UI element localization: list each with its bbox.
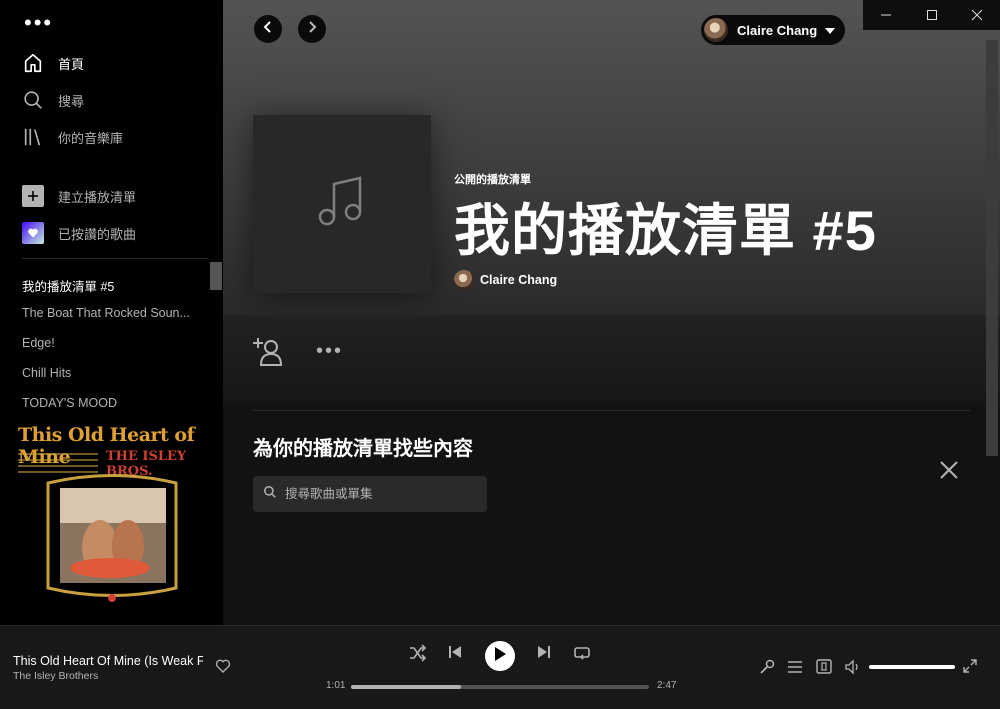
- user-menu-button[interactable]: Claire Chang: [701, 15, 845, 45]
- volume-slider[interactable]: [869, 665, 955, 669]
- playlist-item[interactable]: The Boat That Rocked Soun...: [22, 306, 202, 320]
- forward-button[interactable]: [298, 15, 326, 43]
- owner-avatar: [454, 270, 474, 290]
- nav-search[interactable]: 搜尋: [22, 89, 84, 111]
- volume-fill: [869, 665, 955, 669]
- playlist-item[interactable]: Edge!: [22, 336, 202, 350]
- library-icon: [22, 126, 44, 148]
- plus-icon: [22, 185, 44, 207]
- close-icon[interactable]: [939, 460, 959, 485]
- previous-track-icon[interactable]: [447, 644, 463, 660]
- nav-library[interactable]: 你的音樂庫: [22, 126, 123, 148]
- window-controls: [863, 0, 1000, 30]
- minimize-icon[interactable]: [863, 0, 909, 30]
- more-options-icon[interactable]: •••: [316, 340, 343, 363]
- search-box[interactable]: [253, 476, 487, 512]
- owner-name: Claire Chang: [480, 273, 558, 287]
- sidebar-divider: [22, 258, 208, 259]
- section-divider: [253, 410, 970, 411]
- home-icon: [22, 52, 44, 74]
- playlist-item[interactable]: Chill Hits: [22, 366, 202, 380]
- sidebar: ••• 首頁 搜尋 你的音樂庫 建立播放清單 已按讚的歌曲 我的播放清單 #5 …: [0, 0, 223, 625]
- playlist-type-label: 公開的播放清單: [454, 174, 531, 186]
- avatar: [704, 18, 728, 42]
- progress-fill: [351, 685, 462, 689]
- fullscreen-icon[interactable]: [963, 659, 977, 678]
- menu-dots-icon[interactable]: •••: [24, 12, 53, 34]
- shuffle-icon[interactable]: [409, 644, 427, 662]
- heart-icon: [22, 222, 44, 244]
- play-button[interactable]: [485, 641, 515, 671]
- user-name: Claire Chang: [737, 22, 818, 38]
- caret-down-icon: [825, 21, 836, 39]
- maximize-icon[interactable]: [909, 0, 955, 30]
- playlist-owner[interactable]: Claire Chang: [454, 270, 557, 290]
- connect-device-icon[interactable]: [816, 659, 832, 680]
- repeat-icon[interactable]: [573, 644, 591, 662]
- search-icon: [22, 89, 44, 111]
- add-user-icon[interactable]: [253, 337, 285, 372]
- progress-bar[interactable]: [351, 685, 649, 689]
- nav-library-label: 你的音樂庫: [58, 130, 124, 146]
- back-button[interactable]: [254, 15, 282, 43]
- page-title: 我的播放清單 #5: [454, 199, 877, 262]
- liked-songs-button[interactable]: 已按讚的歌曲: [22, 222, 136, 244]
- now-playing-cover-art[interactable]: This Old Heart of Mine THE ISLEY BROS.: [0, 408, 223, 625]
- main-scrollbar[interactable]: [986, 40, 998, 456]
- cover-illustration: [18, 453, 178, 602]
- elapsed-time: 1:01: [326, 680, 346, 691]
- nav-home[interactable]: 首頁: [22, 52, 84, 74]
- duration-time: 2:47: [657, 680, 677, 691]
- play-icon: [494, 646, 506, 666]
- volume-icon[interactable]: [845, 659, 861, 680]
- main-view: Claire Chang 公開的播放清單 我的播放清單 #5 Claire Ch…: [223, 0, 1000, 625]
- create-playlist-label: 建立播放清單: [58, 189, 137, 205]
- playlist-cover[interactable]: [253, 115, 431, 293]
- next-track-icon[interactable]: [536, 644, 552, 660]
- music-note-icon: [312, 172, 372, 237]
- chevron-right-icon: [305, 20, 319, 39]
- queue-icon[interactable]: [787, 659, 803, 680]
- like-heart-icon[interactable]: [215, 658, 231, 679]
- search-icon: [263, 485, 277, 504]
- nav-home-label: 首頁: [58, 56, 85, 72]
- search-input[interactable]: [283, 486, 477, 502]
- create-playlist-button[interactable]: 建立播放清單: [22, 185, 136, 207]
- playlist-item[interactable]: 我的播放清單 #5: [22, 276, 202, 295]
- chevron-left-icon: [261, 20, 275, 39]
- liked-songs-label: 已按讚的歌曲: [58, 226, 137, 242]
- player-bar: This Old Heart Of Mine (Is Weak For You)…: [0, 625, 1000, 709]
- close-window-icon[interactable]: [954, 0, 1000, 30]
- nav-search-label: 搜尋: [58, 93, 85, 109]
- find-content-title: 為你的播放清單找些內容: [253, 438, 473, 460]
- sidebar-scrollbar[interactable]: [210, 262, 222, 290]
- track-title[interactable]: This Old Heart Of Mine (Is Weak For You): [13, 654, 203, 668]
- lyrics-mic-icon[interactable]: [759, 659, 775, 680]
- track-artist[interactable]: The Isley Brothers: [13, 670, 98, 682]
